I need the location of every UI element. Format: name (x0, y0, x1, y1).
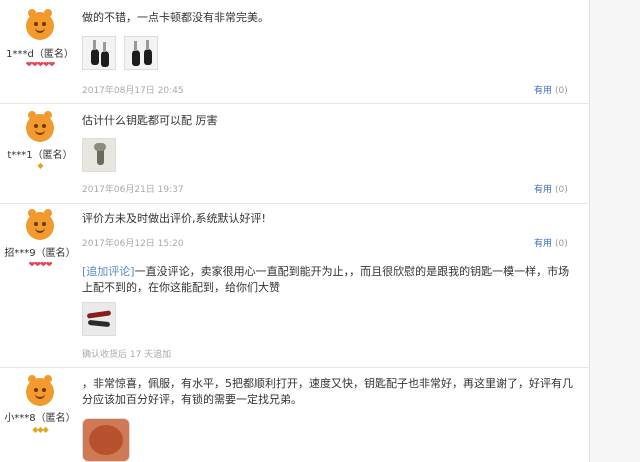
useful-count: (0) (555, 86, 568, 96)
review-photo[interactable] (82, 36, 116, 70)
follow-up-text-continued: 上配不到的，在你这能配到，给你们大赞 (82, 281, 280, 294)
review-item: 1***d（匿名） ❤❤❤❤❤ 做的不错，一点卡顿都没有非常完美。 2017年0… (0, 0, 590, 104)
useful-button[interactable]: 有用 (0) (534, 236, 568, 249)
useful-label[interactable]: 有用 (534, 86, 552, 96)
useful-button[interactable]: 有用 (0) (534, 182, 568, 195)
avatar (26, 111, 54, 142)
follow-up-text: 一直没评论，卖家很用心一直配到能开为止，，而且很欣慰的是跟我的钥匙一模一样，市场 (134, 265, 570, 278)
reviewer-level-badge: ◆ (37, 161, 43, 170)
reviewer-name: 招***9（匿名） (4, 248, 76, 259)
review-photo[interactable] (124, 36, 158, 70)
review-text: 评价方未及时做出评价,系统默认好评! (82, 212, 266, 225)
review-date: 2017年06月12日 15:20 (82, 239, 184, 249)
reviewer-name: 1***d（匿名） (6, 49, 74, 60)
review-photo[interactable] (82, 302, 116, 336)
useful-label[interactable]: 有用 (534, 239, 552, 249)
review-list: 1***d（匿名） ❤❤❤❤❤ 做的不错，一点卡顿都没有非常完美。 2017年0… (0, 0, 590, 462)
useful-button[interactable]: 有用 (0) (534, 83, 568, 96)
follow-up-label: [追加评论] (82, 265, 135, 278)
review-text: 做的不错，一点卡顿都没有非常完美。 (82, 11, 269, 24)
follow-up-date: 确认收货后 17 天追加 (82, 350, 172, 360)
review-text: 估计什么钥匙都可以配 厉害 (82, 114, 218, 127)
reviewer-level-badge: ❤❤❤❤❤ (25, 60, 56, 69)
useful-count: (0) (555, 239, 568, 249)
reviewer-info: 小***8（匿名） ◆◆◆ (0, 368, 78, 462)
review-text-continued: 分应该加百分好评，有锁的需要一定找兄弟。 (82, 393, 302, 406)
avatar (26, 209, 54, 240)
review-date: 2017年06月21日 19:37 (82, 185, 184, 195)
review-item: 招***9（匿名） ❤❤❤❤ 评价方未及时做出评价,系统默认好评! 2017年0… (0, 204, 590, 368)
review-date: 2017年08月17日 20:45 (82, 86, 184, 96)
avatar (26, 375, 54, 406)
review-photo[interactable] (82, 418, 130, 462)
reviewer-info: t***1（匿名） ◆ (0, 104, 78, 204)
reviewer-info: 招***9（匿名） ❤❤❤❤ (0, 204, 78, 368)
reviewer-level-badge: ◆◆◆ (32, 425, 48, 434)
side-panel (590, 0, 640, 462)
avatar (26, 9, 54, 40)
follow-up-comment: [追加评论]一直没评论，卖家很用心一直配到能开为止，，而且很欣慰的是跟我的钥匙一… (82, 264, 569, 280)
reviewer-name: t***1（匿名） (7, 150, 73, 161)
useful-count: (0) (555, 185, 568, 195)
review-photo[interactable] (82, 138, 116, 172)
review-item: 小***8（匿名） ◆◆◆ ，非常惊喜，佩服，有水平，5把都顺利打开，速度又快，… (0, 368, 590, 462)
reviewer-level-badge: ❤❤❤❤ (28, 260, 53, 269)
review-item: t***1（匿名） ◆ 估计什么钥匙都可以配 厉害 2017年06月21日 19… (0, 104, 590, 204)
useful-label[interactable]: 有用 (534, 185, 552, 195)
reviewer-name: 小***8（匿名） (4, 413, 76, 424)
review-text: ，非常惊喜，佩服，有水平，5把都顺利打开，速度又快，钥匙配子也非常好，再这里谢了… (82, 377, 573, 390)
reviewer-info: 1***d（匿名） ❤❤❤❤❤ (0, 0, 78, 104)
